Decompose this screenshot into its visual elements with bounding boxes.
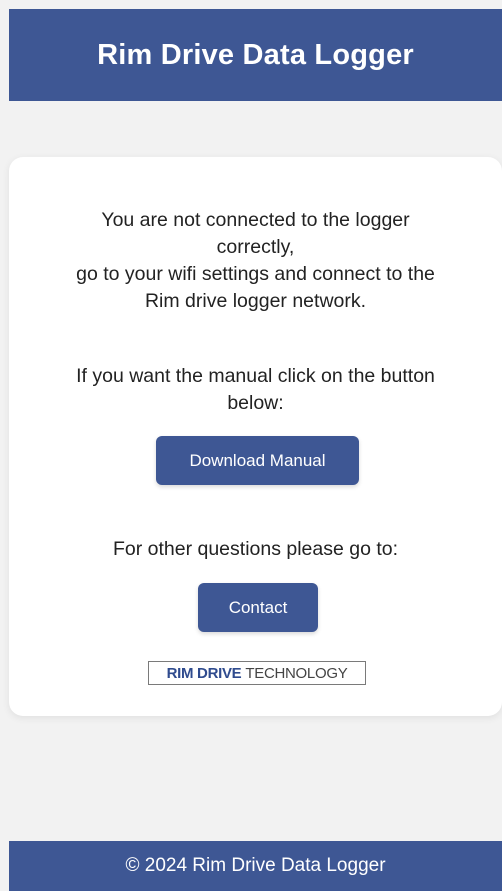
footer-copyright: © 2024 Rim Drive Data Logger: [125, 855, 386, 876]
logo-text-secondary: TECHNOLOGY: [245, 664, 348, 682]
page-title: Rim Drive Data Logger: [97, 38, 414, 71]
manual-line: If you want the manual click on the butt…: [76, 365, 435, 387]
contact-button[interactable]: Contact: [198, 583, 318, 632]
message-line: go to your wifi settings and connect to …: [76, 263, 435, 285]
manual-message: If you want the manual click on the butt…: [39, 363, 472, 417]
connection-message: You are not connected to the logger corr…: [39, 207, 472, 315]
page-header: Rim Drive Data Logger: [9, 9, 502, 101]
questions-message: For other questions please go to:: [112, 538, 399, 560]
download-manual-button[interactable]: Download Manual: [156, 436, 359, 485]
logo-text-primary: RIM DRIVE: [166, 664, 242, 682]
manual-line: below:: [227, 392, 284, 414]
page-footer: © 2024 Rim Drive Data Logger: [9, 841, 502, 891]
app-root: Rim Drive Data Logger You are not connec…: [0, 0, 502, 891]
message-line: You are not connected to the logger: [101, 209, 410, 231]
message-line: correctly,: [216, 236, 295, 258]
content-card: You are not connected to the logger corr…: [9, 157, 502, 716]
rim-drive-technology-logo: RIM DRIVE TECHNOLOGY: [148, 661, 366, 685]
message-line: Rim drive logger network.: [144, 290, 367, 312]
